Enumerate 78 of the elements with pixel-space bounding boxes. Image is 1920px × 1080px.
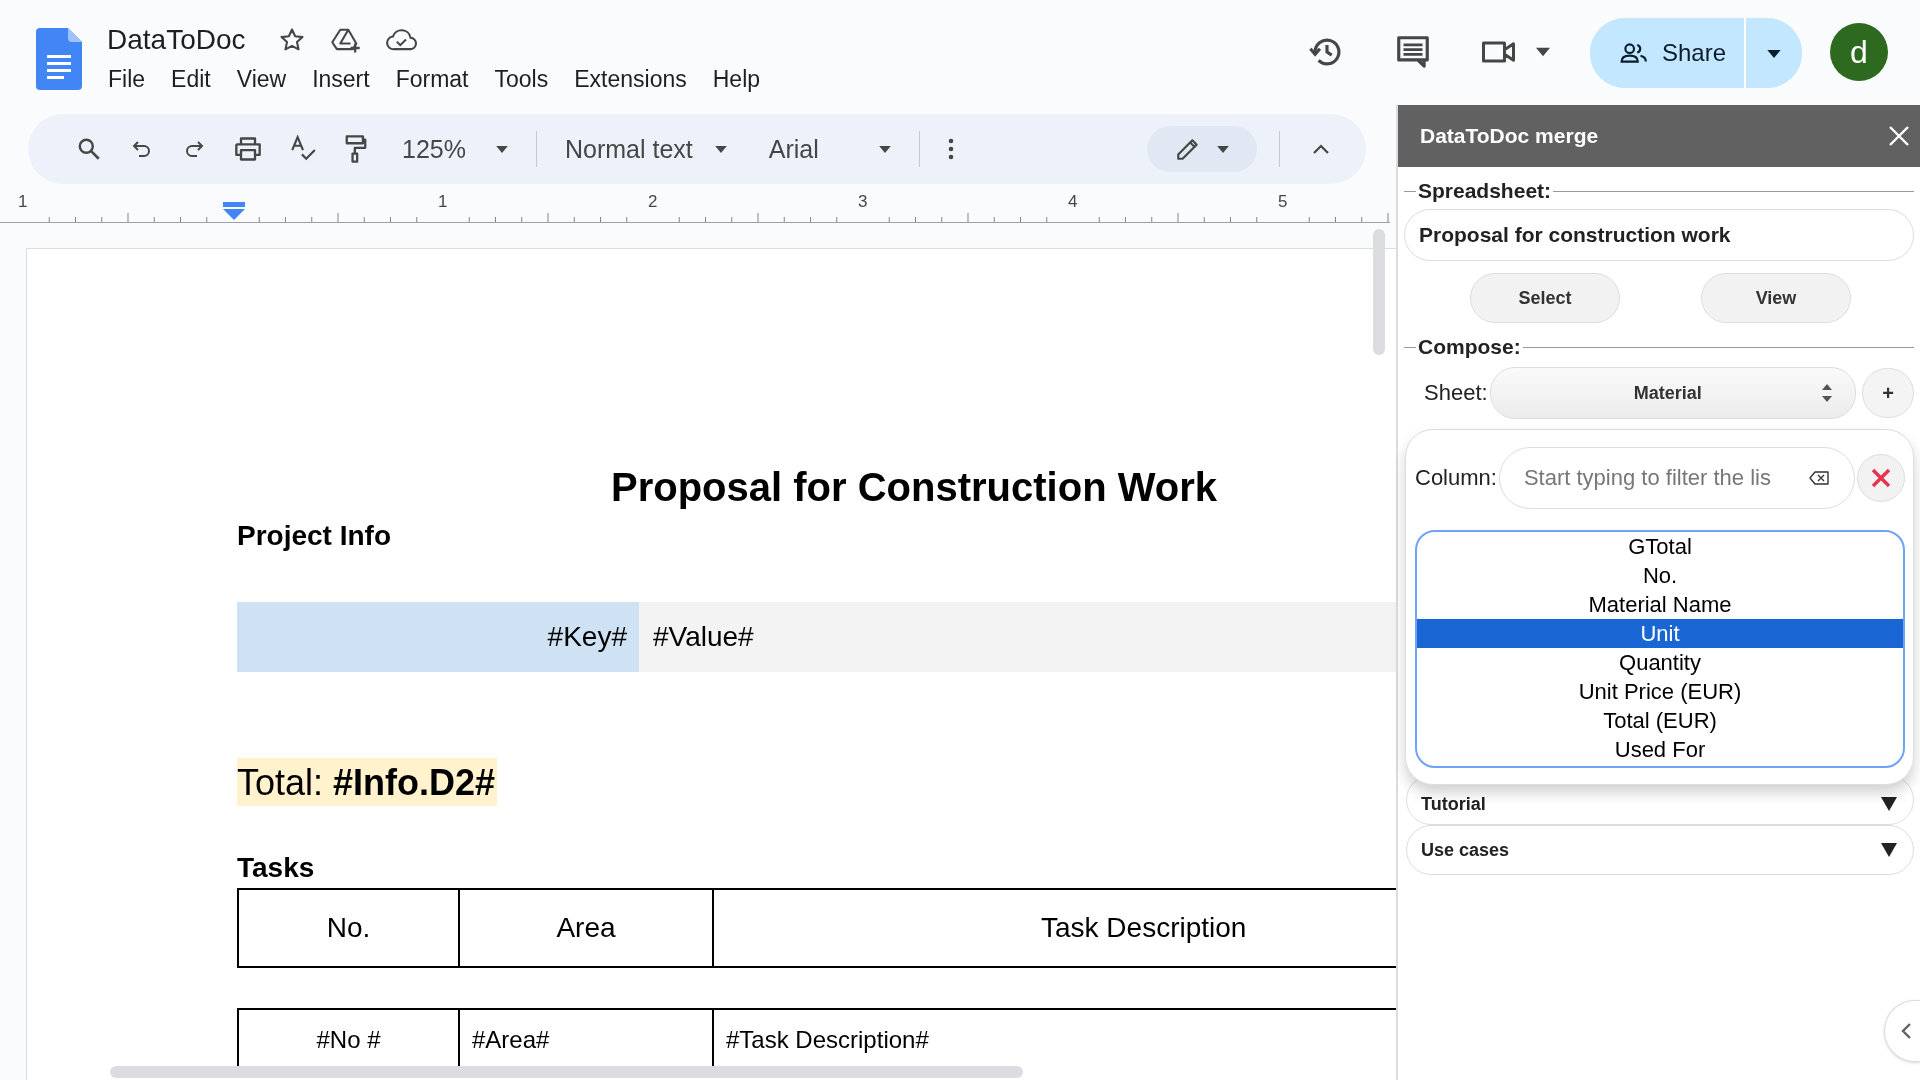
table-header-cell: No. [239, 890, 460, 966]
list-option[interactable]: GTotal [1417, 532, 1903, 561]
spellcheck-icon[interactable] [290, 135, 316, 163]
people-icon [1619, 42, 1648, 64]
table-cell: #Value# [639, 602, 1396, 672]
remove-button[interactable] [1856, 454, 1905, 502]
cloud-check-icon[interactable] [385, 27, 418, 53]
panel-button[interactable]: Select [1470, 273, 1620, 323]
menu-item[interactable]: File [108, 66, 146, 93]
zoom-dropdown[interactable]: 125% [402, 134, 508, 164]
menu-item[interactable]: View [236, 66, 287, 93]
scrollbar[interactable] [110, 1066, 1023, 1078]
caret-icon [495, 145, 508, 153]
panel-button[interactable]: View [1701, 273, 1851, 323]
list-option[interactable]: Unit [1417, 619, 1903, 648]
ruler-number: 5 [1278, 192, 1288, 212]
table-header-cell-text: Task Description [1040, 911, 1248, 945]
accordion-header[interactable]: Use cases [1406, 825, 1914, 875]
section-heading: Tasks [237, 852, 316, 884]
search-icon[interactable] [76, 136, 102, 162]
pencil-icon [1175, 136, 1201, 162]
up-down-arrows-icon [1821, 382, 1833, 404]
list-option[interactable]: No. [1417, 561, 1903, 590]
menu-item[interactable]: Extensions [574, 66, 687, 93]
scrollbar[interactable] [1373, 229, 1385, 355]
caret-icon [1217, 145, 1229, 153]
menu-item[interactable]: Format [395, 66, 469, 93]
text-style-dropdown[interactable]: Normal text [564, 134, 727, 164]
chevron-left-icon [1899, 1022, 1912, 1040]
ruler-number: 3 [858, 192, 868, 212]
avatar[interactable]: d [1830, 23, 1888, 81]
section-label: Compose: [1417, 335, 1522, 359]
menu-item[interactable]: Insert [312, 66, 370, 93]
editing-mode-button[interactable] [1147, 126, 1257, 172]
docs-logo-icon[interactable] [36, 28, 82, 90]
close-icon [1870, 468, 1891, 488]
close-icon[interactable] [1888, 125, 1910, 147]
column-list[interactable]: GTotal No. Material Name Unit Quantity Unit Price (EUR) Total (EUR) Used For [1415, 530, 1905, 768]
ruler-number: 4 [1068, 192, 1078, 212]
paint-format-icon[interactable] [344, 134, 368, 164]
menu-item[interactable]: Help [712, 66, 761, 93]
caret-icon [714, 145, 727, 153]
caret-icon [1767, 49, 1781, 58]
list-option[interactable]: Quantity [1417, 648, 1903, 677]
document-title[interactable]: DataToDoc [107, 24, 246, 56]
ruler-number: 1 [18, 192, 28, 212]
menu-item[interactable]: Tools [494, 66, 549, 93]
section-heading: Project Info [237, 520, 392, 552]
clear-text-icon[interactable] [1808, 471, 1829, 485]
sheet-label: Sheet: [1424, 380, 1488, 406]
ruler-number: 2 [648, 192, 658, 212]
share-button[interactable]: Share [1589, 18, 1746, 88]
ruler-number: 1 [438, 192, 448, 212]
collapse-toolbar-icon[interactable] [1312, 143, 1330, 155]
list-option[interactable]: Material Name [1417, 590, 1903, 619]
print-icon[interactable] [234, 136, 262, 162]
menu-item[interactable]: Edit [171, 66, 211, 93]
triangle-icon [1881, 797, 1897, 811]
caret-icon[interactable] [1535, 47, 1550, 57]
section-label: Spreadsheet: [1417, 179, 1553, 203]
panel-title: DataToDoc merge [1420, 124, 1599, 148]
document-heading: Proposal for Construction Work [611, 465, 1218, 510]
table-cell: #Key# [237, 602, 639, 672]
column-label: Column: [1415, 465, 1497, 491]
sheet-select[interactable]: Material [1489, 367, 1856, 419]
indent-marker-icon[interactable] [223, 202, 245, 220]
drive-add-icon[interactable] [329, 26, 362, 54]
font-dropdown[interactable]: Arial [768, 134, 891, 164]
column-filter-field[interactable]: Start typing to filter the lis [1498, 447, 1855, 509]
triangle-icon [1881, 843, 1897, 857]
list-option[interactable]: Total (EUR) [1417, 706, 1903, 735]
table-header-cell: Area [460, 890, 714, 966]
list-option[interactable]: Used For [1417, 735, 1903, 764]
more-icon[interactable] [947, 138, 954, 160]
caret-icon [878, 145, 891, 153]
table-cell-text: #Task Description# [725, 1025, 930, 1055]
add-button[interactable]: + [1862, 368, 1914, 418]
list-option[interactable]: Unit Price (EUR) [1417, 677, 1903, 706]
